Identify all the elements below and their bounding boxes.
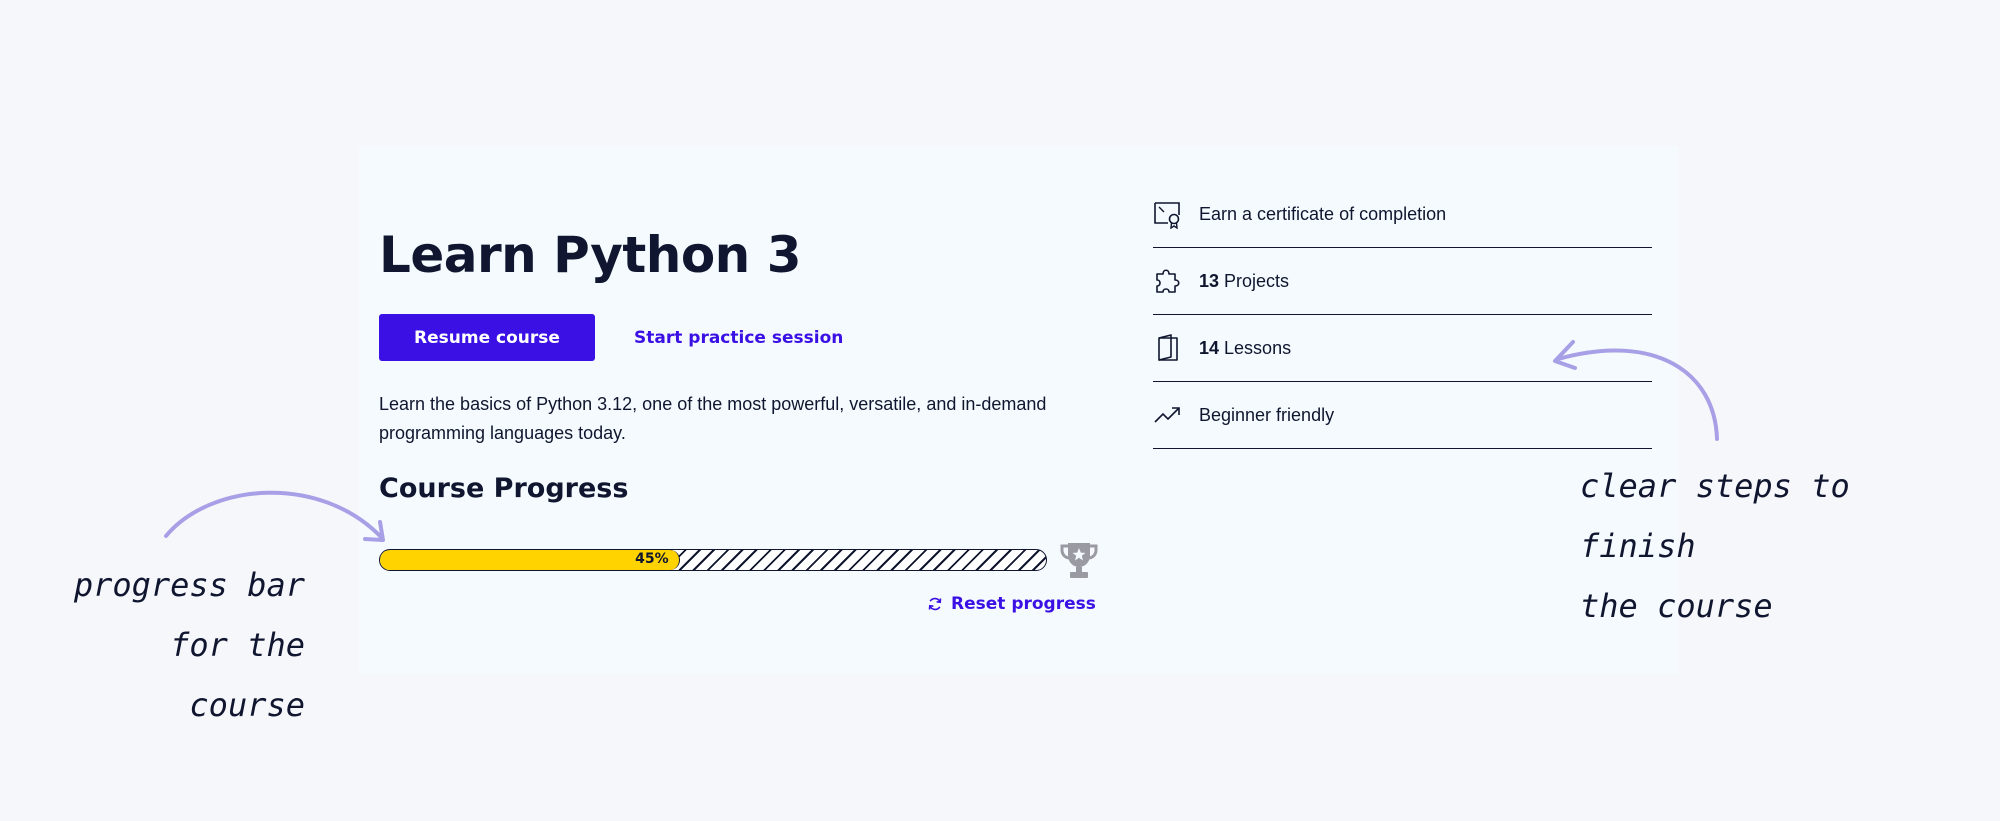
- feature-label: Projects: [1224, 270, 1290, 291]
- start-practice-session-button[interactable]: Start practice session: [634, 314, 843, 361]
- book-icon: [1153, 332, 1185, 364]
- course-description: Learn the basics of Python 3.12, one of …: [379, 394, 1047, 443]
- certificate-icon: [1153, 198, 1185, 230]
- feature-label: Beginner friendly: [1199, 404, 1335, 425]
- feature-projects: 13 Projects: [1153, 248, 1652, 315]
- feature-label: Earn a certificate of completion: [1199, 203, 1447, 224]
- annotation-arrow-left: [164, 490, 385, 542]
- trophy-icon: [1060, 543, 1098, 578]
- feature-count: 13: [1199, 270, 1220, 291]
- course-progress-heading: Course Progress: [379, 473, 629, 504]
- annotation-line: for the course: [170, 626, 305, 724]
- progress-percent-label: 45%: [635, 551, 669, 567]
- annotation-clear-steps: clear steps to finish the course: [1580, 456, 1980, 636]
- puzzle-icon: [1153, 265, 1185, 297]
- refresh-icon: [928, 597, 942, 611]
- annotation-line: the course: [1580, 587, 1773, 625]
- reset-progress-label: Reset progress: [951, 594, 1096, 614]
- annotation-line: progress bar: [73, 566, 305, 604]
- annotation-progress-bar: progress bar for the course: [40, 555, 305, 735]
- progress-bar-fill: 45%: [380, 550, 680, 570]
- resume-course-button[interactable]: Resume course: [379, 314, 595, 361]
- annotation-line: clear steps to finish: [1580, 467, 1850, 565]
- reset-progress-button[interactable]: Reset progress: [927, 594, 1096, 614]
- course-title: Learn Python 3: [379, 226, 801, 284]
- feature-label: Lessons: [1224, 337, 1292, 358]
- feature-certificate: Earn a certificate of completion: [1153, 181, 1652, 248]
- annotation-arrow-right: [1553, 340, 1719, 441]
- trending-up-icon: [1153, 399, 1185, 431]
- progress-bar: 45%: [379, 549, 1047, 571]
- feature-count: 14: [1199, 337, 1220, 358]
